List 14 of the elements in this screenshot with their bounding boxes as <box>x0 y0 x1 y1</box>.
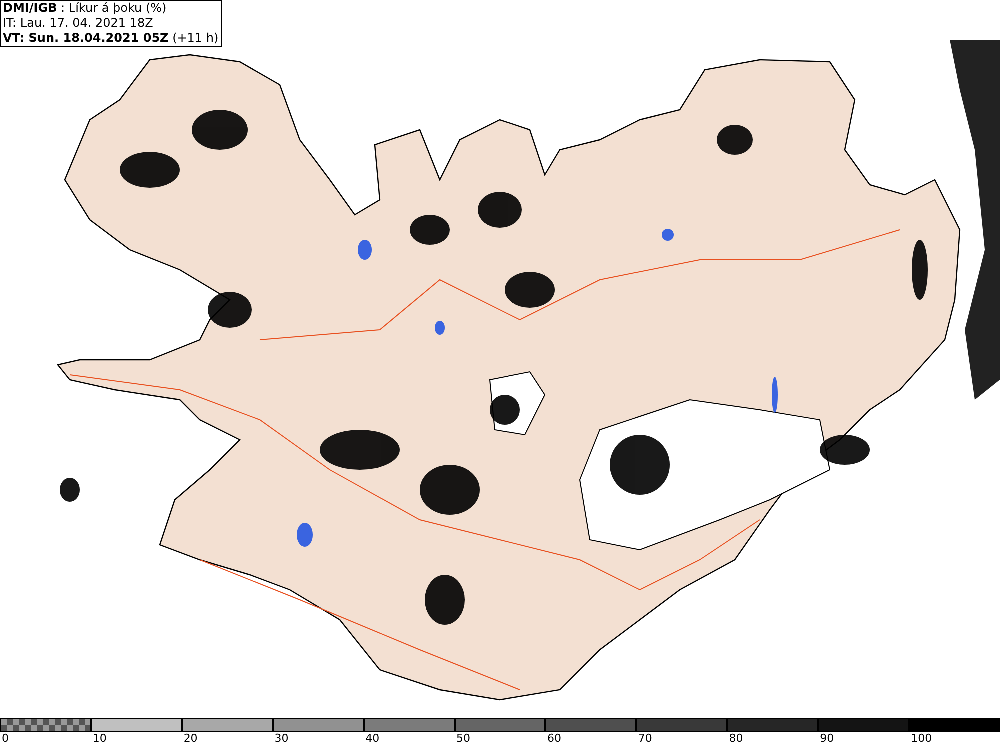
legend-label: 0 <box>1 732 9 746</box>
legend-label: 90 <box>819 732 834 746</box>
legend-label: 70 <box>637 732 652 746</box>
legend-label: 10 <box>92 732 107 746</box>
title-line: IT: Lau. 17. 04. 2021 18Z <box>3 16 154 31</box>
title-line: DMI/IGB : Líkur á þoku (%) <box>3 1 168 16</box>
legend-label: 40 <box>364 732 380 746</box>
legend-label: 50 <box>456 732 471 746</box>
legend-label: 30 <box>274 732 289 746</box>
legend-label: 80 <box>728 732 744 746</box>
legend-label: 60 <box>546 732 562 746</box>
legend-label: 100 <box>910 732 932 746</box>
legend-label: 20 <box>182 732 198 746</box>
title-line: VT: Sun. 18.04.2021 05Z (+11 h) <box>3 31 219 46</box>
